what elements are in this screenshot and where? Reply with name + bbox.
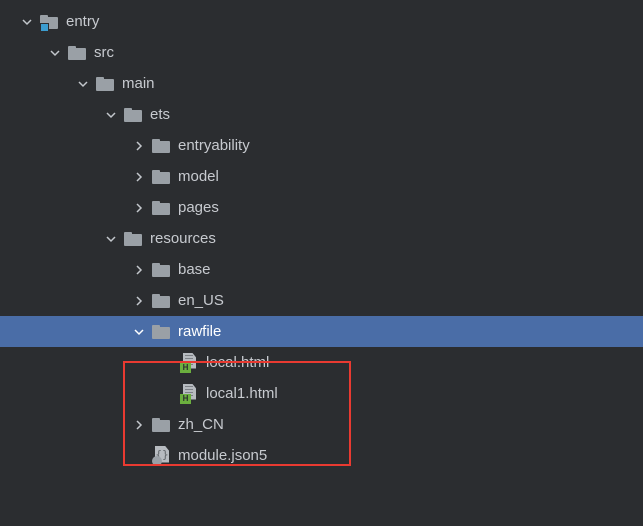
chevron-down-icon[interactable] xyxy=(100,104,122,126)
tree-label: local.html xyxy=(206,354,269,371)
folder-icon xyxy=(150,166,172,188)
folder-icon xyxy=(150,197,172,219)
tree-label: rawfile xyxy=(178,323,221,340)
tree-row-rawfile[interactable]: rawfile xyxy=(0,316,643,347)
chevron-down-icon[interactable] xyxy=(16,11,38,33)
tree-label: module.json5 xyxy=(178,447,267,464)
chevron-right-icon[interactable] xyxy=(128,290,150,312)
tree-label: main xyxy=(122,75,155,92)
tree-label: local1.html xyxy=(206,385,278,402)
tree-label: entryability xyxy=(178,137,250,154)
tree-row-module-json5[interactable]: {} module.json5 xyxy=(0,440,643,471)
html-file-icon: H xyxy=(178,383,200,405)
folder-icon xyxy=(122,104,144,126)
tree-label: ets xyxy=(150,106,170,123)
tree-row-file[interactable]: H local.html xyxy=(0,347,643,378)
tree-label: pages xyxy=(178,199,219,216)
chevron-down-icon[interactable] xyxy=(44,42,66,64)
folder-icon xyxy=(94,73,116,95)
tree-row-en-us[interactable]: en_US xyxy=(0,285,643,316)
chevron-right-icon[interactable] xyxy=(128,197,150,219)
folder-icon xyxy=(122,228,144,250)
chevron-down-icon[interactable] xyxy=(72,73,94,95)
tree-row-file[interactable]: H local1.html xyxy=(0,378,643,409)
tree-row-src[interactable]: src xyxy=(0,37,643,68)
tree-row-entryability[interactable]: entryability xyxy=(0,130,643,161)
arrow-spacer xyxy=(128,445,150,467)
tree-label: resources xyxy=(150,230,216,247)
module-folder-icon xyxy=(38,11,60,33)
tree-label: model xyxy=(178,168,219,185)
arrow-spacer xyxy=(156,352,178,374)
html-file-icon: H xyxy=(178,352,200,374)
tree-row-resources[interactable]: resources xyxy=(0,223,643,254)
tree-label: zh_CN xyxy=(178,416,224,433)
tree-label: entry xyxy=(66,13,99,30)
folder-icon xyxy=(150,290,172,312)
chevron-down-icon[interactable] xyxy=(128,321,150,343)
tree-row-entry[interactable]: entry xyxy=(0,6,643,37)
folder-icon xyxy=(66,42,88,64)
folder-icon xyxy=(150,135,172,157)
chevron-down-icon[interactable] xyxy=(100,228,122,250)
chevron-right-icon[interactable] xyxy=(128,135,150,157)
tree-row-main[interactable]: main xyxy=(0,68,643,99)
tree-row-base[interactable]: base xyxy=(0,254,643,285)
folder-icon xyxy=(150,321,172,343)
chevron-right-icon[interactable] xyxy=(128,166,150,188)
tree-label: base xyxy=(178,261,211,278)
tree-row-ets[interactable]: ets xyxy=(0,99,643,130)
tree-row-model[interactable]: model xyxy=(0,161,643,192)
json5-file-icon: {} xyxy=(150,445,172,467)
tree-row-zh-cn[interactable]: zh_CN xyxy=(0,409,643,440)
chevron-right-icon[interactable] xyxy=(128,414,150,436)
chevron-right-icon[interactable] xyxy=(128,259,150,281)
tree-label: src xyxy=(94,44,114,61)
folder-icon xyxy=(150,259,172,281)
arrow-spacer xyxy=(156,383,178,405)
tree-row-pages[interactable]: pages xyxy=(0,192,643,223)
folder-icon xyxy=(150,414,172,436)
tree-label: en_US xyxy=(178,292,224,309)
project-tree: entry src main ets entryability xyxy=(0,0,643,471)
